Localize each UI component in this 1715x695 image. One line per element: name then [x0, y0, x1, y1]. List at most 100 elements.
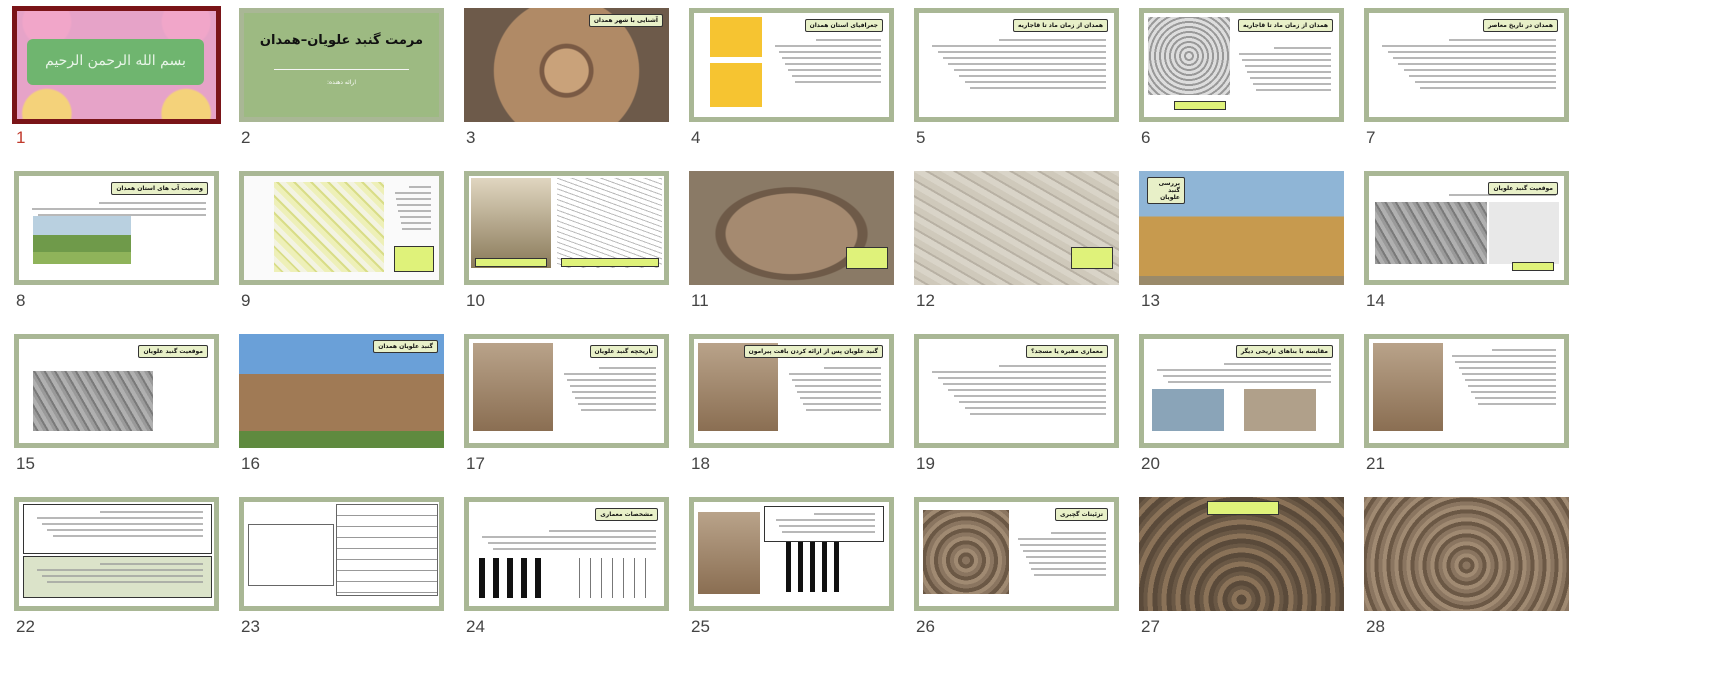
text-box-top [23, 504, 212, 554]
slide-number: 15 [16, 454, 35, 473]
slide-title-box: گنبد علویان پس از ارائه کردن بافت پیرامو… [743, 345, 883, 358]
body-text-lines [1236, 43, 1331, 95]
slide-thumbnail[interactable] [914, 171, 1119, 285]
plan-drawing [557, 178, 662, 268]
text-line [998, 39, 1106, 41]
slide-thumbnail-item[interactable]: 12 [914, 171, 1119, 321]
slide-thumbnail[interactable]: تاریخچه گنبد علویان [464, 334, 669, 448]
body-text-lines [1377, 35, 1556, 93]
text-line [37, 517, 203, 519]
slide-thumbnail-item[interactable]: تاریخچه گنبد علویان 17 [464, 334, 669, 484]
slide-thumbnail-item[interactable]: وضعیت آب های استان همدان 8 [14, 171, 219, 321]
slide-thumbnail[interactable]: همدان از زمان ماد تا قاجاریه [914, 8, 1119, 122]
slide-title-box: همدان از زمان ماد تا قاجاریه [1013, 19, 1108, 32]
slide-thumbnail-item[interactable]: همدان در تاریخ معاصر 7 [1364, 8, 1569, 158]
slide-number: 12 [916, 291, 935, 310]
slide-thumbnail[interactable]: بررسی گنبد علویان [1139, 171, 1344, 285]
text-line [548, 530, 656, 532]
text-line [948, 63, 1106, 65]
body-text-lines [32, 507, 203, 541]
slide-thumbnail-item[interactable]: تزئینات گچبری 26 [914, 497, 1119, 647]
slide-thumbnail[interactable]: تزئینات گچبری [914, 497, 1119, 611]
slide-thumbnail[interactable] [1364, 497, 1569, 611]
text-line [1168, 381, 1331, 383]
slide-thumbnail[interactable] [1364, 334, 1569, 448]
slide-thumbnail-item[interactable]: مقایسه با بناهای تاریخی دیگر 20 [1139, 334, 1344, 484]
slide-thumbnail[interactable]: مرمت گنبد علویان–همدان ارائه دهنده: [239, 8, 444, 122]
body-text-lines [477, 526, 656, 554]
slide-thumbnail-item[interactable]: موقعیت گنبد علویان 15 [14, 334, 219, 484]
slide-thumbnail[interactable]: همدان در تاریخ معاصر [1364, 8, 1569, 122]
text-line [948, 389, 1106, 391]
slide-thumbnail-item[interactable]: جغرافیای استان همدان 4 [689, 8, 894, 158]
slide-thumbnail[interactable] [689, 171, 894, 285]
text-line [1250, 77, 1331, 79]
slide-thumbnail-item[interactable]: معماری مقبره یا مسجد؟ 19 [914, 334, 1119, 484]
slide-number: 13 [1141, 291, 1160, 310]
slide-thumbnail-item[interactable]: آشنایی با شهر همدان 3 [464, 8, 669, 158]
slide-thumbnail[interactable]: وضعیت آب های استان همدان [14, 171, 219, 285]
slide-thumbnail-item[interactable]: 21 [1364, 334, 1569, 484]
slide-thumbnail[interactable] [14, 497, 219, 611]
text-line [1223, 363, 1331, 365]
floor-plan [479, 558, 549, 598]
slide-thumbnail-item[interactable]: مشخصات معماری 24 [464, 497, 669, 647]
slide-thumbnail-item[interactable]: 25 [689, 497, 894, 647]
slide-thumbnail[interactable]: آشنایی با شهر همدان [464, 8, 669, 122]
slide-number: 23 [241, 617, 260, 636]
text-line [563, 373, 656, 375]
slide-thumbnail-item[interactable]: گنبد علویان همدان 16 [239, 334, 444, 484]
text-line [1028, 562, 1106, 564]
slide-thumbnail-item[interactable]: 23 [239, 497, 444, 647]
text-line [1387, 51, 1556, 53]
slide-thumbnail-item[interactable]: مرمت گنبد علویان–همدان ارائه دهنده: 2 [239, 8, 444, 158]
text-line [937, 51, 1106, 53]
slide-thumbnail-item[interactable]: 27 [1139, 497, 1344, 647]
slide-thumbnail-item[interactable]: 22 [14, 497, 219, 647]
bismillah-text: بسم الله الرحمن الرحيم [45, 53, 186, 69]
slide-thumbnail[interactable]: گنبد علویان پس از ارائه کردن بافت پیرامو… [689, 334, 894, 448]
slide-thumbnail[interactable] [239, 497, 444, 611]
slide-thumbnail[interactable] [689, 497, 894, 611]
text-line [100, 563, 203, 565]
slide-thumbnail[interactable]: معماری مقبره یا مسجد؟ [914, 334, 1119, 448]
text-line [1382, 45, 1556, 47]
slide-thumbnail[interactable]: بسم الله الرحمن الرحيم [12, 6, 221, 124]
text-line [98, 202, 206, 204]
slide-thumbnail[interactable]: مقایسه با بناهای تاریخی دیگر [1139, 334, 1344, 448]
text-line [788, 69, 881, 71]
text-line [791, 379, 881, 381]
slide-thumbnail-item[interactable]: بسم الله الرحمن الرحيم 1 [12, 6, 221, 158]
slide-thumbnail[interactable] [464, 171, 669, 285]
slide-thumbnail[interactable]: همدان از زمان ماد تا قاجاریه [1139, 8, 1344, 122]
title-divider [274, 69, 409, 70]
slide-thumbnail-item[interactable]: 11 [689, 171, 894, 321]
slide-number: 2 [241, 128, 251, 147]
slide-number: 7 [1366, 128, 1376, 147]
slide-thumbnail[interactable]: گنبد علویان همدان [239, 334, 444, 448]
slide-thumbnail[interactable]: مشخصات معماری [464, 497, 669, 611]
slide-thumbnail[interactable] [1139, 497, 1344, 611]
slide-thumbnail-item[interactable]: بررسی گنبد علویان 13 [1139, 171, 1344, 321]
text-line [42, 575, 203, 577]
slide-thumbnail-item[interactable]: موقعیت گنبد علویان 14 [1364, 171, 1569, 321]
slide-thumbnail[interactable]: جغرافیای استان همدان [689, 8, 894, 122]
text-line [797, 391, 881, 393]
slide-thumbnail-item[interactable]: 10 [464, 171, 669, 321]
slide-thumbnail-item[interactable]: همدان از زمان ماد تا قاجاریه 5 [914, 8, 1119, 158]
slide-thumbnail[interactable]: موقعیت گنبد علویان [14, 334, 219, 448]
slide-thumbnail[interactable] [239, 171, 444, 285]
text-line [396, 198, 431, 200]
text-line [775, 45, 881, 47]
slide-thumbnail-item[interactable]: 28 [1364, 497, 1569, 647]
text-line [1023, 550, 1106, 552]
text-line [1452, 355, 1556, 357]
text-line [813, 513, 875, 515]
slide-thumbnail-item[interactable]: گنبد علویان پس از ارائه کردن بافت پیرامو… [689, 334, 894, 484]
slide-thumbnail-item[interactable]: 9 [239, 171, 444, 321]
text-line [47, 581, 203, 583]
floor-plan [786, 542, 846, 592]
slide-thumbnail-item[interactable]: همدان از زمان ماد تا قاجاریه 6 [1139, 8, 1344, 158]
body-text-lines [773, 509, 875, 537]
slide-thumbnail[interactable]: موقعیت گنبد علویان [1364, 171, 1569, 285]
